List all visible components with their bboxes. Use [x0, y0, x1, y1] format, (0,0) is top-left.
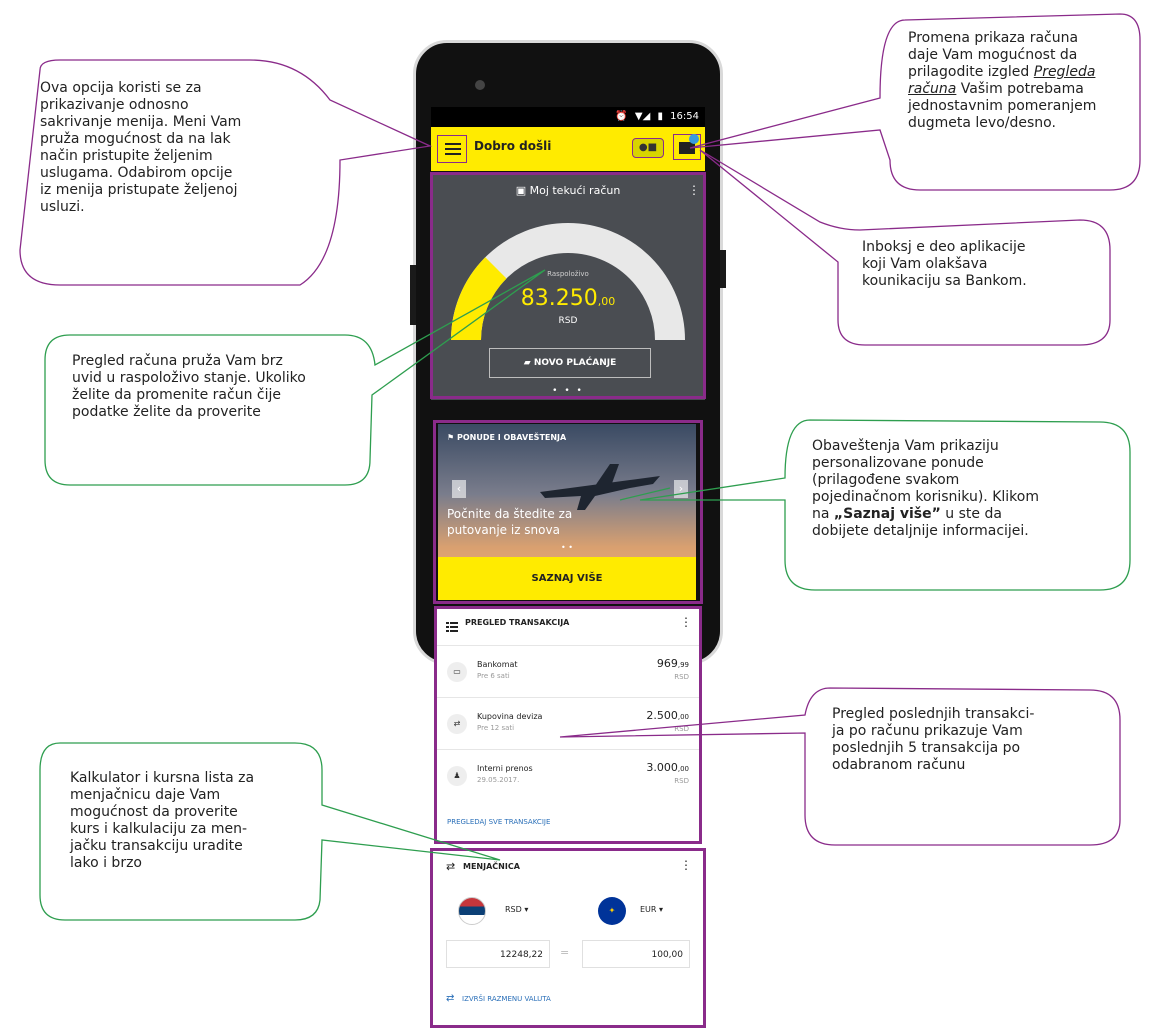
- account-callout-line: Pregled računa pruža Vam brz: [72, 353, 283, 369]
- transactions-callout-line: poslednjih 5 transakcija po: [832, 740, 1021, 756]
- view-callout-text: Promena prikaza računa daje Vam mogućnos…: [908, 30, 1138, 132]
- offers-callout-bold: „Saznaj više”: [833, 506, 941, 522]
- view-callout-line: računa Vašim potrebama: [908, 81, 1138, 98]
- exchange-callout-line: mogućnost da proverite: [70, 804, 238, 820]
- inbox-callout-line: Inboksj e deo aplikacije: [862, 239, 1026, 255]
- offers-callout-fragment: na: [812, 506, 834, 522]
- spacer-line: [500, 860, 530, 880]
- inbox-callout-line: koji Vam olakšava: [862, 256, 988, 272]
- exchange-callout-line: jačku transakciju uradite: [70, 838, 243, 854]
- offers-callout-line: Obaveštenja Vam prikaziju: [812, 438, 999, 454]
- transactions-callout-line: ja po računu prikazuje Vam: [832, 723, 1023, 739]
- view-callout-link: računa: [908, 81, 957, 97]
- offers-callout-line: pojedinačnom korisniku). Klikom: [812, 489, 1039, 505]
- offers-callout-text: Obaveštenja Vam prikaziju personalizovan…: [812, 438, 1127, 540]
- offers-callout-line: personalizovane ponude: [812, 455, 984, 471]
- transactions-callout-line: Pregled poslednjih transakci-: [832, 706, 1035, 722]
- transactions-callout-text: Pregled poslednjih transakci- ja po raču…: [832, 706, 1117, 774]
- menu-callout-line: pruža mogućnost da na lak: [40, 131, 231, 147]
- menu-callout-line: usluzi.: [40, 199, 85, 215]
- view-callout-line: prilagodite izgled Pregleda: [908, 64, 1138, 81]
- menu-callout-line: način pristupite željenim: [40, 148, 213, 164]
- exchange-callout-line: kurs i kalkulaciju za men-: [70, 821, 248, 837]
- view-callout-link: Pregleda: [1033, 64, 1096, 80]
- account-callout-line: uvid u raspoloživo stanje. Ukoliko: [72, 370, 306, 386]
- transactions-callout-line: odabranom računu: [832, 757, 966, 773]
- view-callout-line: jednostavnim pomeranjem: [908, 98, 1097, 114]
- account-callout-line: podatke želite da proverite: [72, 404, 261, 420]
- account-callout-text: Pregled računa pruža Vam brz uvid u rasp…: [72, 353, 372, 421]
- view-callout-fragment: Vašim potrebama: [956, 81, 1084, 97]
- menu-callout-line: Ova opcija koristi se za: [40, 80, 202, 96]
- offers-pointer-line: [619, 487, 671, 501]
- menu-callout-text: Ova opcija koristi se za prikazivanje od…: [40, 80, 320, 216]
- menu-callout-line: sakrivanje menija. Meni Vam: [40, 114, 242, 130]
- exchange-callout-text: Kalkulator i kursna lista za menjačnicu …: [70, 770, 330, 872]
- inbox-callout-line: kounikaciju sa Bankom.: [862, 273, 1027, 289]
- menu-callout-line: uslugama. Odabirom opcije: [40, 165, 233, 181]
- inbox-callout-text: Inboksj e deo aplikacije koji Vam olakša…: [862, 239, 1102, 290]
- exchange-callout-line: Kalkulator i kursna lista za: [70, 770, 255, 786]
- view-callout-line: dugmeta levo/desno.: [908, 115, 1056, 131]
- offers-callout-line: (prilagođene svakom: [812, 472, 960, 488]
- menu-callout-line: iz menija pristupate željenoj: [40, 182, 238, 198]
- view-callout-line: Promena prikaza računa: [908, 30, 1079, 46]
- account-callout-line: želite da promenite račun čije: [72, 387, 281, 403]
- menu-callout-line: prikazivanje odnosno: [40, 97, 189, 113]
- view-callout-line: daje Vam mogućnost da: [908, 47, 1078, 63]
- exchange-callout-line: menjačnicu daje Vam: [70, 787, 221, 803]
- offers-callout-line: dobijete detaljnije informacijei.: [812, 523, 1029, 539]
- offers-callout-line: na „Saznaj više” u ste da: [812, 506, 1127, 523]
- offers-callout-fragment: u ste da: [940, 506, 1002, 522]
- exchange-callout-line: lako i brzo: [70, 855, 142, 871]
- view-callout-fragment: prilagodite izgled: [908, 64, 1034, 80]
